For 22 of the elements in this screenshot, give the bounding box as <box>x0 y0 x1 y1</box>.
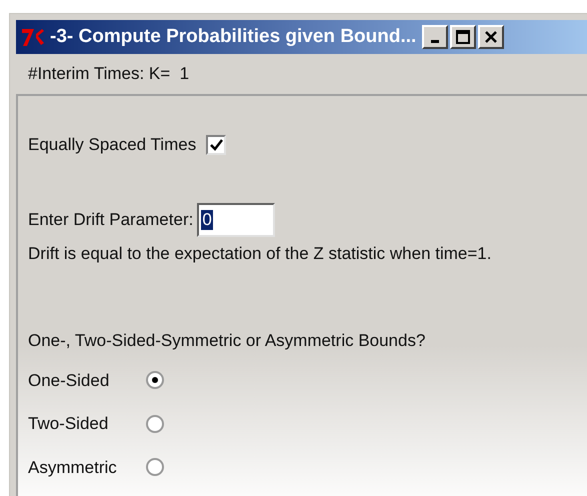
drift-input-field[interactable]: 0 <box>197 202 276 236</box>
bound-radio-button[interactable] <box>146 458 164 476</box>
bound-radio-button[interactable] <box>146 414 164 433</box>
maximize-button[interactable] <box>450 25 476 49</box>
minimize-button[interactable] <box>422 25 448 49</box>
radio-label: Two-Sided <box>28 413 110 435</box>
drift-label: Enter Drift Parameter: <box>28 208 194 231</box>
close-icon <box>484 30 498 44</box>
close-button[interactable] <box>478 25 504 49</box>
interim-times-label: #Interim Times: K= 1 <box>28 63 190 86</box>
drift-note: Drift is equal to the expectation of the Z statistic when time=1. <box>28 242 492 264</box>
minimize-icon <box>431 40 440 43</box>
radio-label: One-Sided <box>28 370 110 392</box>
bounds-question: One-, Two-Sided-Symmetric or Asymmetric Bounds? <box>28 330 426 352</box>
check-icon <box>209 138 224 152</box>
window-title: -3- Compute Probabilities given Bound... <box>50 24 416 49</box>
checkbox-label: Equally Spaced Times <box>28 134 196 156</box>
bound-radio-button[interactable] <box>146 371 164 390</box>
equally-spaced-checkbox[interactable] <box>206 134 226 155</box>
drift-value: 0 <box>201 210 213 230</box>
maximize-icon <box>456 30 470 44</box>
radio-label: Asymmetric <box>28 456 118 478</box>
